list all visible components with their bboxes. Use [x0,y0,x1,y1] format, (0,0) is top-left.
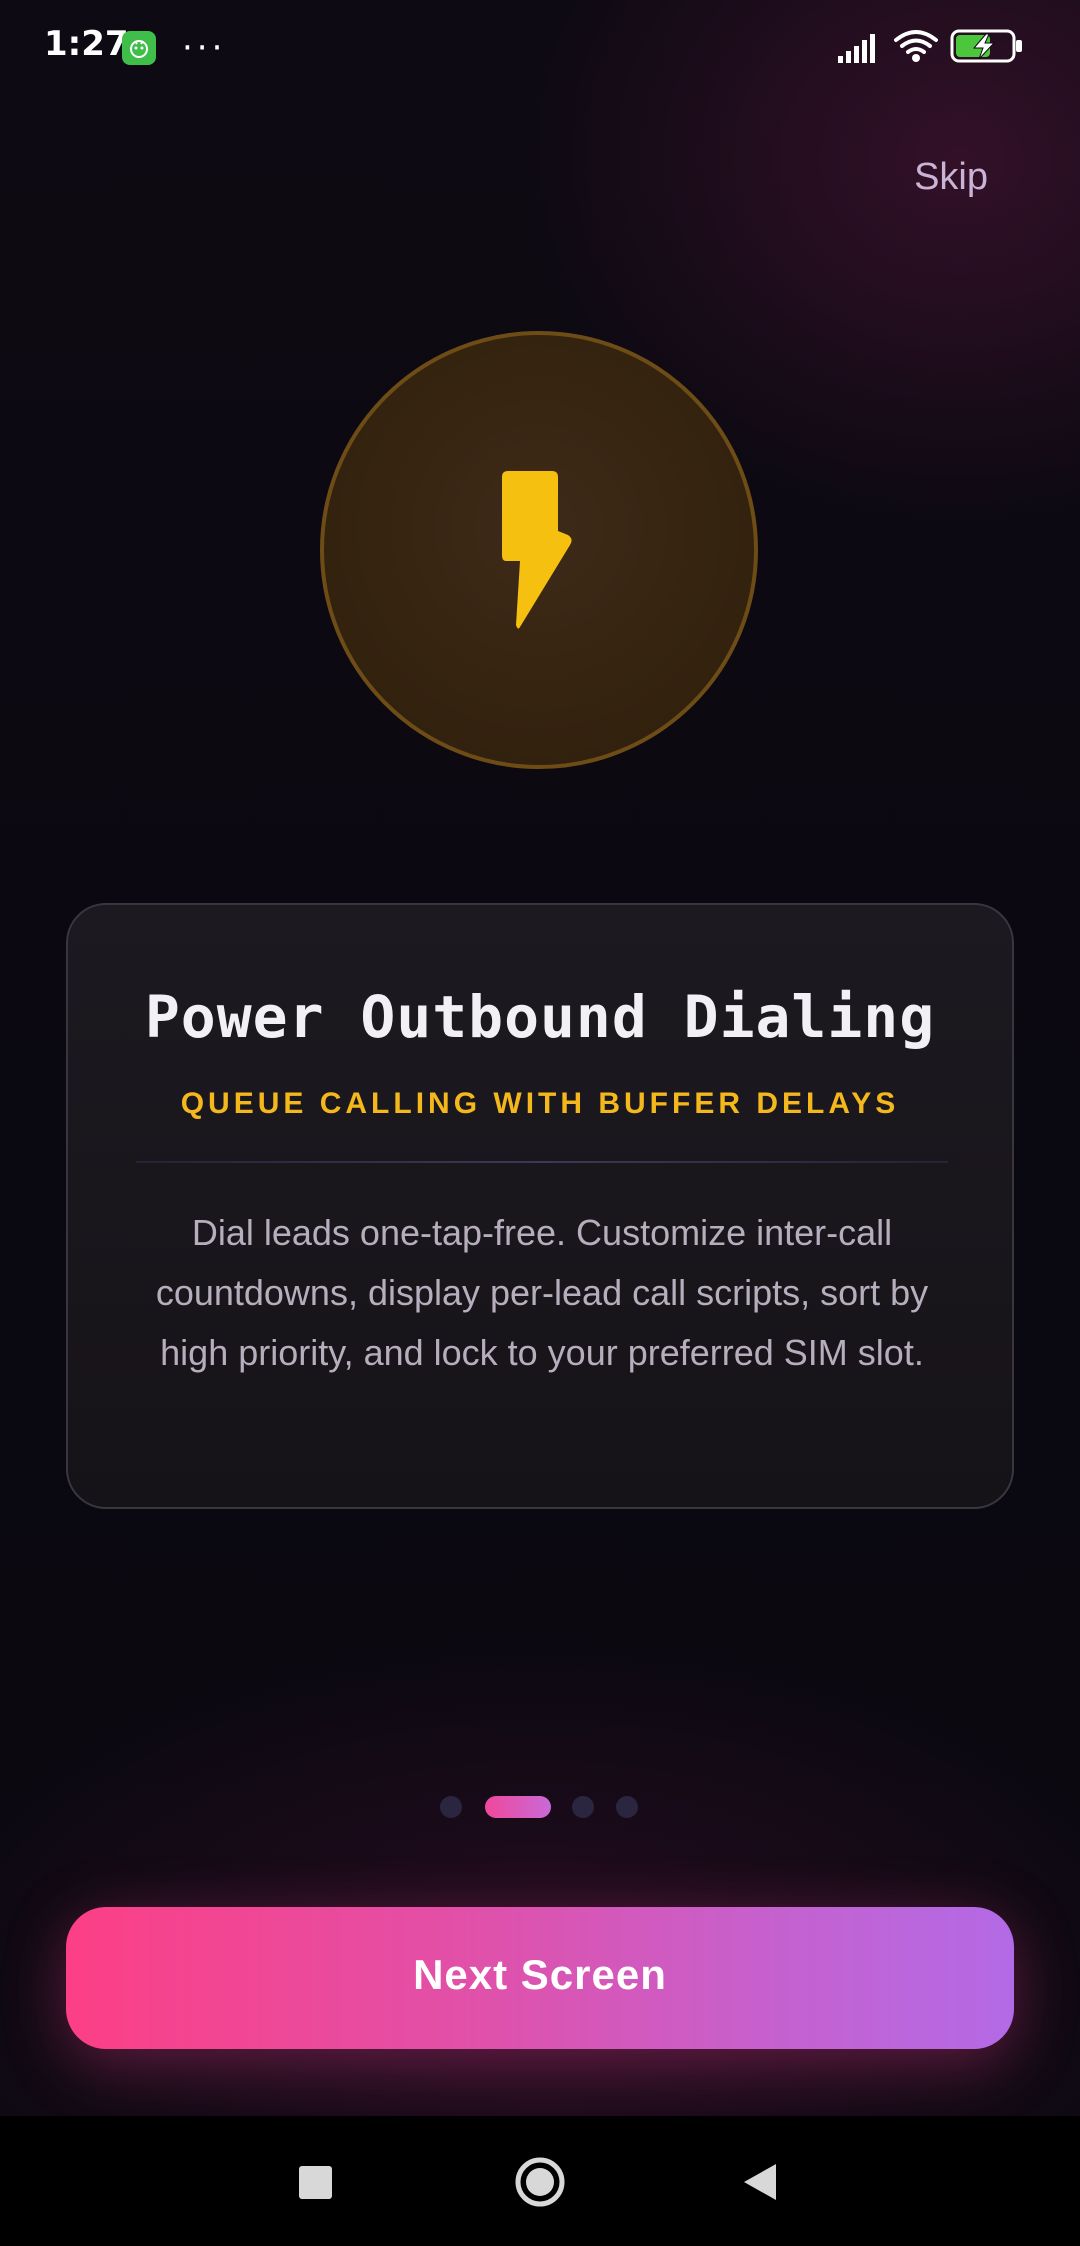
status-time: 1:27 [44,24,129,64]
system-nav-bar [0,2116,1080,2246]
home-circle-icon[interactable] [514,2156,566,2212]
status-bar: 1:27 ··· [0,0,1080,96]
pagination-dot[interactable] [572,1796,594,1818]
status-overflow-dots: ··· [182,28,227,68]
lightning-bolt-icon [502,471,572,629]
feature-card: Power Outbound Dialing QUEUE CALLING WIT… [66,903,1014,1509]
skip-button[interactable]: Skip [914,156,988,199]
feature-title: Power Outbound Dialing [144,983,936,1051]
divider [136,1161,948,1163]
back-triangle-icon[interactable] [742,2162,778,2206]
feature-subtitle: QUEUE CALLING WITH BUFFER DELAYS [180,1087,900,1120]
next-screen-button[interactable]: Next Screen [66,1907,1014,2049]
feature-description: Dial leads one-tap-free. Customize inter… [155,1212,929,1373]
signal-icon [836,32,880,68]
pagination-dot[interactable] [616,1796,638,1818]
notification-app-icon [122,31,156,65]
next-screen-label: Next Screen [413,1951,667,1998]
battery-charging-icon [950,28,1024,68]
recents-square-icon[interactable] [299,2166,332,2199]
pagination-dot[interactable] [440,1796,462,1818]
hero-circle [320,331,758,769]
pagination-dots [0,1795,1080,1819]
pagination-dot-active[interactable] [485,1796,551,1818]
wifi-icon [893,28,939,68]
